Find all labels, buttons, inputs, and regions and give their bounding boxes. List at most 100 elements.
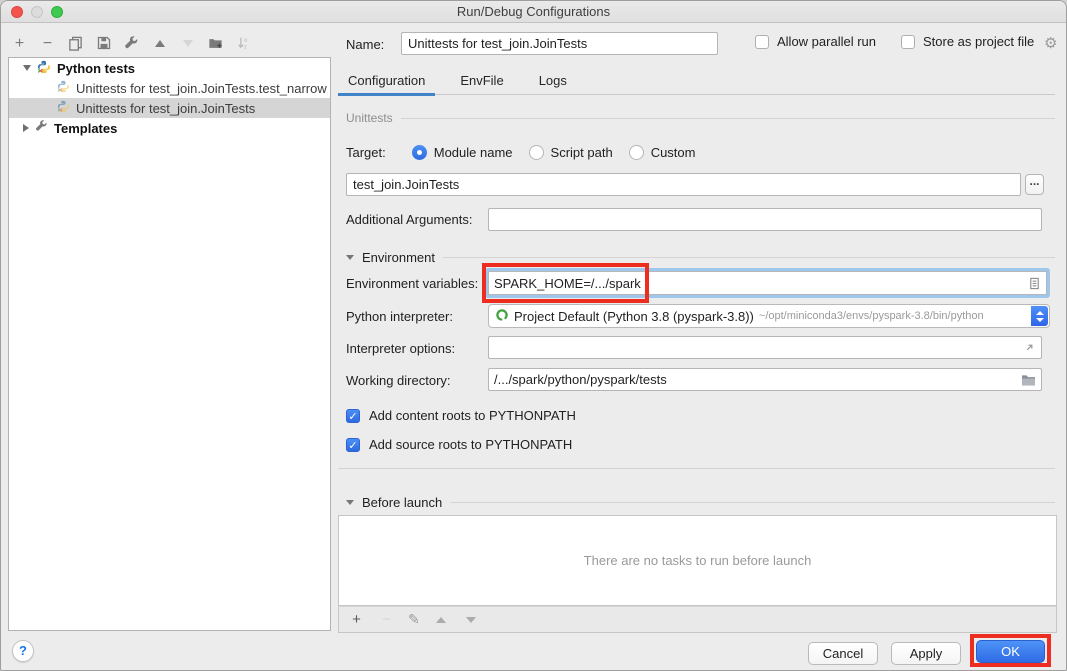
apply-label: Apply [910,646,943,661]
allow-parallel-run-option[interactable]: Allow parallel run [755,34,876,49]
python-tests-icon [57,80,70,96]
tree-item-label: Unittests for test_join.JoinTests.test_n… [76,81,327,96]
section-environment-label: Environment [362,250,435,265]
allow-parallel-run-label: Allow parallel run [777,34,876,49]
radio-custom[interactable]: Custom [629,145,696,160]
python-interpreter-label: Python interpreter: [346,309,453,324]
add-source-roots-option[interactable]: Add source roots to PYTHONPATH [346,437,572,452]
radio-icon[interactable] [529,145,544,160]
python-interpreter-select[interactable]: Project Default (Python 3.8 (pyspark-3.8… [488,304,1050,328]
environment-variables-input[interactable] [494,276,1028,291]
gear-icon[interactable]: ⚙ [1044,34,1057,52]
add-source-roots-label: Add source roots to PYTHONPATH [369,437,572,452]
section-unittests-label: Unittests [346,111,393,125]
tab-configuration[interactable]: Configuration [338,67,435,94]
radio-script-path[interactable]: Script path [529,145,613,160]
tree-group-templates[interactable]: Templates [9,118,330,138]
tab-envfile[interactable]: EnvFile [450,67,513,94]
ok-button[interactable]: OK [976,640,1045,663]
radio-icon[interactable] [412,145,427,160]
browse-button[interactable]: ... [1025,174,1044,195]
sort-icon: az [235,35,252,52]
cancel-button[interactable]: Cancel [808,642,878,665]
add-content-roots-label: Add content roots to PYTHONPATH [369,408,576,423]
before-launch-toolbar: + − ✎ [338,606,1057,633]
store-as-project-file-checkbox[interactable] [901,35,915,49]
cancel-label: Cancel [823,646,863,661]
radio-icon[interactable] [629,145,644,160]
help-button[interactable]: ? [12,640,34,662]
section-unittests: Unittests [346,111,1055,125]
name-input[interactable] [401,32,718,55]
interpreter-options-label: Interpreter options: [346,341,455,356]
apply-button[interactable]: Apply [891,642,961,665]
title-bar: Run/Debug Configurations [1,1,1066,23]
ellipsis-icon: ... [1029,174,1039,188]
before-launch-empty-text: There are no tasks to run before launch [584,553,812,568]
configurations-tree: Python tests Unittests for test_join.Joi… [8,57,331,631]
tab-label: Logs [539,73,567,88]
radio-module-name[interactable]: Module name [412,145,513,160]
tree-item-label: Python tests [57,61,135,76]
remove-icon: − [378,611,395,628]
tab-logs[interactable]: Logs [529,67,577,94]
new-folder-icon[interactable] [207,35,224,52]
section-rule [401,118,1055,119]
additional-arguments-input[interactable] [488,208,1042,231]
add-icon[interactable]: + [11,35,28,52]
move-up-icon[interactable] [151,35,168,52]
before-launch-task-list[interactable]: There are no tasks to run before launch [338,515,1057,606]
tree-group-python-tests[interactable]: Python tests [9,58,330,78]
remove-icon[interactable]: − [39,35,56,52]
chevron-down-icon[interactable] [23,65,31,71]
collapse-triangle-icon[interactable] [346,500,354,505]
chevron-up-icon [1036,311,1044,315]
section-divider [338,468,1055,469]
working-directory-label: Working directory: [346,373,451,388]
name-label: Name: [346,37,384,52]
section-rule [450,502,1055,503]
collapse-triangle-icon[interactable] [346,255,354,260]
add-content-roots-option[interactable]: Add content roots to PYTHONPATH [346,408,576,423]
move-down-icon [463,611,480,628]
conda-icon [495,308,509,325]
radio-label: Script path [551,145,613,160]
working-directory-field[interactable]: /.../spark/python/pyspark/tests [488,368,1042,391]
copy-icon[interactable] [67,35,84,52]
svg-text:a: a [244,38,248,44]
add-icon[interactable]: + [348,611,365,628]
section-before-launch: Before launch [346,495,1055,510]
target-input[interactable] [346,173,1021,196]
additional-arguments-label: Additional Arguments: [346,212,472,227]
chevron-right-icon[interactable] [23,124,29,132]
tree-item-jointests-selected[interactable]: Unittests for test_join.JoinTests [9,98,330,118]
interpreter-name: Project Default (Python 3.8 (pyspark-3.8… [514,309,754,324]
section-environment: Environment [346,250,1055,265]
select-stepper[interactable] [1031,306,1048,326]
expand-icon[interactable] [1023,341,1036,354]
environment-variables-field-focusring [485,268,1050,298]
save-icon[interactable] [95,35,112,52]
edit-icon: ✎ [408,611,420,628]
window-title: Run/Debug Configurations [1,4,1066,19]
run-debug-configurations-dialog: Run/Debug Configurations + − az Pytho [0,0,1067,671]
interpreter-path: ~/opt/miniconda3/envs/pyspark-3.8/bin/py… [759,310,984,322]
radio-label: Custom [651,145,696,160]
allow-parallel-run-checkbox[interactable] [755,35,769,49]
target-label: Target: [346,145,386,160]
edit-templates-icon[interactable] [123,35,140,52]
python-tests-icon [37,60,51,77]
tree-item-test-narrow[interactable]: Unittests for test_join.JoinTests.test_n… [9,78,330,98]
tab-label: Configuration [348,73,425,88]
add-content-roots-checkbox[interactable] [346,409,360,423]
configurations-toolbar: + − az [11,32,252,54]
add-source-roots-checkbox[interactable] [346,438,360,452]
interpreter-options-input[interactable] [494,340,1023,355]
interpreter-options-field [488,336,1042,359]
move-up-icon [433,611,450,628]
env-list-icon[interactable] [1028,277,1041,290]
store-as-project-file-option[interactable]: Store as project file [901,34,1034,49]
folder-icon[interactable] [1021,373,1036,386]
ok-label: OK [1001,644,1020,659]
store-as-project-file-label: Store as project file [923,34,1034,49]
